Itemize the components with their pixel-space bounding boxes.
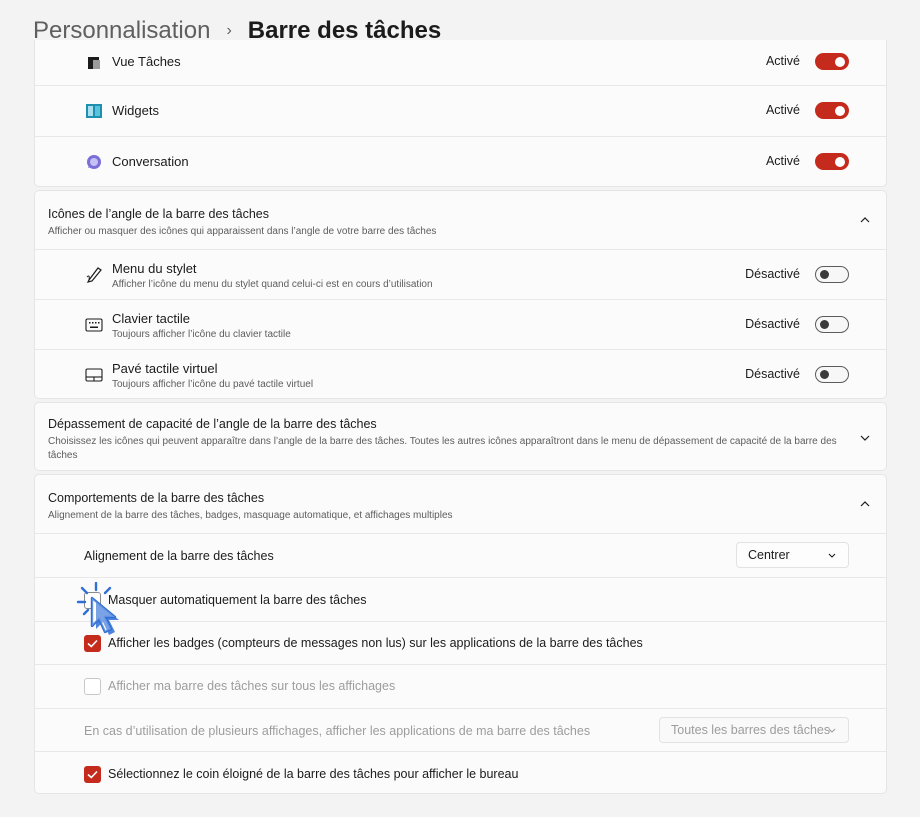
all-displays-checkbox[interactable]: [84, 678, 101, 695]
chat-icon: [85, 153, 103, 171]
vue-taches-toggle[interactable]: [815, 53, 849, 70]
multi-display-label: En cas d’utilisation de plusieurs affich…: [84, 724, 591, 738]
toggle-state-text: Désactivé: [745, 367, 800, 381]
task-view-icon: [85, 54, 103, 72]
autohide-label: Masquer automatiquement la barre des tâc…: [108, 593, 367, 607]
chevron-down-icon: [828, 553, 836, 558]
section-title: Dépassement de capacité de l’angle de la…: [48, 417, 377, 431]
pen-icon: [85, 265, 103, 283]
pen-menu-row: Menu du stylet Afficher l’icône du menu …: [35, 249, 886, 299]
multi-display-value: Toutes les barres des tâches: [671, 723, 831, 737]
all-displays-row: Afficher ma barre des tâches sur tous le…: [35, 664, 886, 708]
chevron-down-icon: [828, 728, 836, 733]
section-subtitle: Afficher ou masquer des icônes qui appar…: [48, 226, 437, 237]
multi-display-dropdown[interactable]: Toutes les barres des tâches: [659, 717, 849, 743]
taskbar-item-label: Conversation: [112, 154, 189, 169]
touch-keyboard-desc: Toujours afficher l’icône du clavier tac…: [112, 329, 291, 340]
mouse-cursor-icon: [76, 582, 119, 635]
taskbar-items-card: Vue Tâches Activé Widgets Activé Convers…: [34, 40, 887, 187]
checkmark-icon: [87, 770, 98, 779]
corner-icons-header[interactable]: Icônes de l’angle de la barre des tâches…: [35, 191, 886, 249]
taskbar-item-vue-taches: Vue Tâches Activé: [35, 40, 886, 85]
keyboard-icon: [85, 316, 103, 334]
badges-label: Afficher les badges (compteurs de messag…: [108, 636, 643, 650]
behaviors-header[interactable]: Comportements de la barre des tâches Ali…: [35, 475, 886, 533]
virtual-touchpad-toggle[interactable]: [815, 366, 849, 383]
multi-display-row: En cas d’utilisation de plusieurs affich…: [35, 708, 886, 751]
taskbar-item-widgets: Widgets Activé: [35, 85, 886, 136]
toggle-state-text: Désactivé: [745, 317, 800, 331]
section-subtitle: Choisissez les icônes qui peuvent appara…: [48, 436, 837, 461]
widgets-toggle[interactable]: [815, 102, 849, 119]
alignment-label: Alignement de la barre des tâches: [84, 549, 274, 563]
chevron-up-icon[interactable]: [858, 497, 872, 511]
pen-menu-desc: Afficher l’icône du menu du stylet quand…: [112, 279, 433, 290]
autohide-row: Masquer automatiquement la barre des tâc…: [35, 577, 886, 621]
section-subtitle: Alignement de la barre des tâches, badge…: [48, 510, 453, 521]
toggle-state-text: Activé: [765, 54, 800, 68]
behaviors-card: Comportements de la barre des tâches Ali…: [34, 474, 887, 794]
corner-overflow-card[interactable]: Dépassement de capacité de l’angle de la…: [34, 402, 887, 471]
far-corner-checkbox[interactable]: [84, 766, 101, 783]
alignment-dropdown[interactable]: Centrer: [736, 542, 849, 568]
pen-menu-label: Menu du stylet: [112, 261, 197, 276]
alignment-row: Alignement de la barre des tâches Centre…: [35, 533, 886, 577]
toggle-state-text: Activé: [765, 103, 800, 117]
chevron-up-icon[interactable]: [858, 213, 872, 227]
all-displays-label: Afficher ma barre des tâches sur tous le…: [108, 679, 396, 693]
virtual-touchpad-row: Pavé tactile virtuel Toujours afficher l…: [35, 349, 886, 400]
touch-keyboard-toggle[interactable]: [815, 316, 849, 333]
toggle-state-text: Activé: [765, 154, 800, 168]
far-corner-row: Sélectionnez le coin éloigné de la barre…: [35, 751, 886, 795]
touchpad-icon: [85, 366, 103, 384]
touch-keyboard-label: Clavier tactile: [112, 311, 191, 326]
alignment-value: Centrer: [748, 548, 790, 562]
section-title: Icônes de l’angle de la barre des tâches: [48, 207, 269, 221]
taskbar-item-conversation: Conversation Activé: [35, 136, 886, 187]
toggle-state-text: Désactivé: [745, 267, 800, 281]
chevron-down-icon[interactable]: [858, 431, 872, 445]
virtual-touchpad-label: Pavé tactile virtuel: [112, 361, 218, 376]
breadcrumb-separator: ›: [226, 22, 232, 39]
far-corner-label: Sélectionnez le coin éloigné de la barre…: [108, 767, 519, 781]
widgets-icon: [85, 102, 103, 120]
conversation-toggle[interactable]: [815, 153, 849, 170]
badges-row: Afficher les badges (compteurs de messag…: [35, 621, 886, 664]
taskbar-item-label: Widgets: [112, 103, 159, 118]
section-title: Comportements de la barre des tâches: [48, 491, 265, 505]
touch-keyboard-row: Clavier tactile Toujours afficher l’icôn…: [35, 299, 886, 349]
corner-icons-card: Icônes de l’angle de la barre des tâches…: [34, 190, 887, 399]
taskbar-item-label: Vue Tâches: [112, 54, 181, 69]
pen-menu-toggle[interactable]: [815, 266, 849, 283]
virtual-touchpad-desc: Toujours afficher l’icône du pavé tactil…: [112, 379, 314, 390]
